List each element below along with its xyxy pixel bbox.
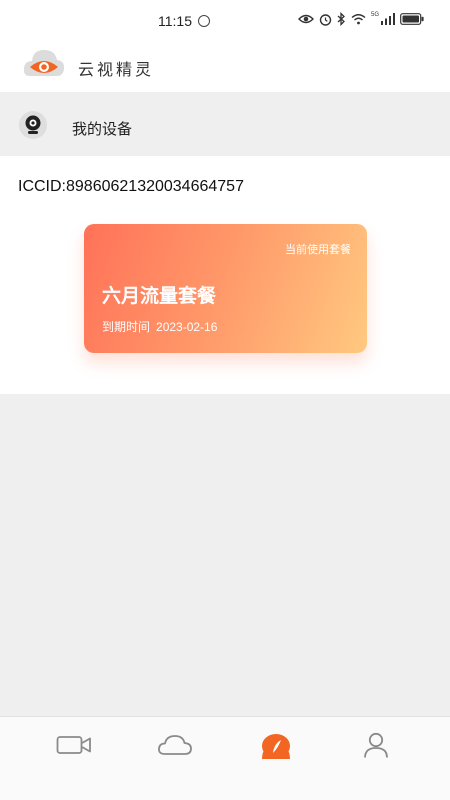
nav-item-video[interactable] <box>54 729 94 761</box>
iccid-text: ICCID:89860621320034664757 <box>18 178 244 195</box>
video-camera-icon <box>56 736 91 754</box>
camera-icon <box>19 111 47 139</box>
bottom-nav <box>0 716 450 800</box>
eye-icon <box>297 14 314 24</box>
device-section[interactable]: 我的设备 <box>0 92 450 156</box>
main-content: ICCID:89860621320034664757 当前使用套餐 六月流量套餐… <box>0 156 450 394</box>
expiry-date: 2023-02-16 <box>156 320 218 334</box>
cloud-icon <box>158 735 192 755</box>
data-plan-card[interactable]: 当前使用套餐 六月流量套餐 到期时间 2023-02-16 <box>84 224 367 353</box>
user-icon <box>364 732 388 758</box>
current-plan-tag: 当前使用套餐 <box>285 244 351 256</box>
nav-item-flow[interactable] <box>256 729 296 761</box>
network-type-label: 5G <box>370 12 379 18</box>
alarm-icon <box>319 13 332 26</box>
signal-icon <box>381 13 395 25</box>
notification-icon <box>198 15 210 27</box>
flow-leaf-icon <box>262 734 290 759</box>
battery-icon <box>400 13 424 25</box>
app-header: 云视精灵 <box>0 40 450 92</box>
expiry-label: 到期时间 <box>102 320 151 334</box>
plan-name: 六月流量套餐 <box>102 286 217 307</box>
cloud-eye-logo <box>23 50 65 76</box>
status-time: 11:15 <box>158 13 192 29</box>
wifi-icon <box>351 14 366 25</box>
bluetooth-icon <box>337 12 345 26</box>
nav-item-cloud[interactable] <box>155 729 195 761</box>
status-bar: 11:15 5G <box>0 0 450 40</box>
nav-item-profile[interactable] <box>356 729 396 761</box>
app-title: 云视精灵 <box>78 62 155 79</box>
status-icons: 5G <box>297 12 424 26</box>
plan-expiry: 到期时间 2023-02-16 <box>102 318 217 335</box>
my-devices-label: 我的设备 <box>72 121 133 138</box>
